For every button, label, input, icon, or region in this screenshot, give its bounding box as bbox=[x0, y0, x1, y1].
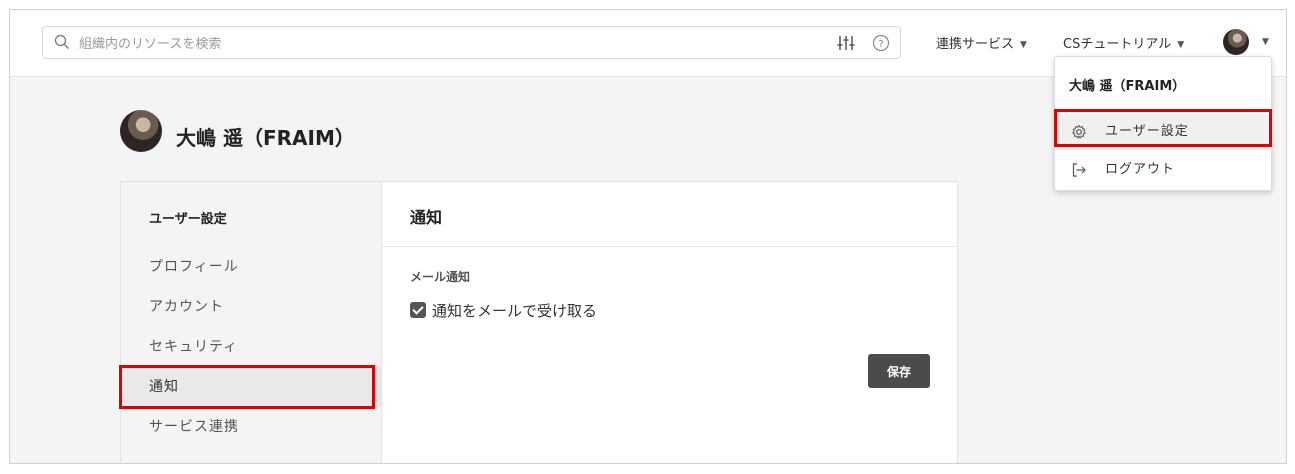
workspace-menu[interactable]: CSチュートリアル ▼ bbox=[1063, 33, 1184, 52]
help-icon[interactable]: ? bbox=[872, 34, 890, 52]
chevron-down-icon: ▼ bbox=[1177, 40, 1185, 50]
integrations-menu[interactable]: 連携サービス ▼ bbox=[936, 33, 1027, 52]
user-avatar-button[interactable] bbox=[1223, 29, 1249, 55]
gear-icon bbox=[1072, 124, 1086, 139]
sidebar-item-service-integrations[interactable]: サービス連携 bbox=[121, 407, 381, 447]
sidebar-item-security[interactable]: セキュリティ bbox=[121, 327, 381, 367]
divider bbox=[382, 246, 957, 247]
save-button[interactable]: 保存 bbox=[868, 354, 930, 388]
user-menu-item-label: ユーザー設定 bbox=[1105, 124, 1189, 139]
svg-text:?: ? bbox=[878, 39, 883, 50]
chevron-down-icon: ▼ bbox=[1020, 40, 1027, 50]
search-placeholder: 組織内のリソースを検索 bbox=[79, 37, 222, 52]
user-menu-header: 大嶋 遥（FRAIM） bbox=[1069, 79, 1186, 94]
integrations-label: 連携サービス bbox=[936, 37, 1015, 52]
search-input[interactable]: 組織内のリソースを検索 ? bbox=[42, 26, 901, 59]
pane-title: 通知 bbox=[410, 208, 443, 227]
email-notification-option[interactable]: 通知をメールで受け取る bbox=[410, 300, 597, 320]
sidebar-title: ユーザー設定 bbox=[149, 212, 227, 227]
user-menu-item-logout[interactable]: ログアウト bbox=[1055, 152, 1271, 188]
email-notification-checkbox-label[interactable]: 通知をメールで受け取る bbox=[432, 300, 597, 321]
email-notification-checkbox[interactable] bbox=[410, 302, 426, 318]
profile-avatar bbox=[120, 110, 162, 152]
sidebar-item-account[interactable]: アカウント bbox=[121, 287, 381, 327]
notifications-pane: 通知 メール通知 通知をメールで受け取る 保存 bbox=[382, 181, 958, 463]
settings-sidebar: ユーザー設定 プロフィール アカウント セキュリティ 通知 サービス連携 bbox=[120, 181, 382, 463]
user-menu-item-label: ログアウト bbox=[1105, 162, 1176, 177]
divider bbox=[1055, 111, 1271, 112]
profile-name: 大嶋 遥（FRAIM） bbox=[176, 126, 355, 150]
app-window: 組織内のリソースを検索 ? 連携サービス ▼ CSチュートリアル ▼ ▼ 大嶋 遥（… bbox=[9, 9, 1287, 464]
filter-icon[interactable] bbox=[837, 34, 855, 52]
workspace-label: CSチュートリアル bbox=[1063, 37, 1172, 52]
email-notification-label: メール通知 bbox=[410, 270, 471, 284]
chevron-down-icon[interactable]: ▼ bbox=[1262, 37, 1269, 47]
sidebar-item-profile[interactable]: プロフィール bbox=[121, 247, 381, 287]
user-menu-item-user-settings[interactable]: ユーザー設定 bbox=[1055, 114, 1271, 150]
sidebar-item-notifications[interactable]: 通知 bbox=[121, 367, 381, 407]
user-menu-dropdown: 大嶋 遥（FRAIM） ユーザー設定 ログアウト bbox=[1054, 56, 1272, 191]
search-icon bbox=[54, 34, 69, 49]
logout-icon bbox=[1072, 163, 1086, 177]
